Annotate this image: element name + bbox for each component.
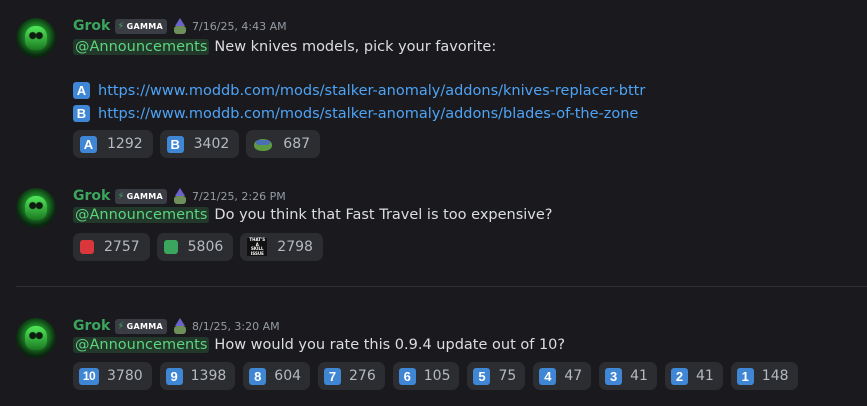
reactions-bar: 10 3780 9 1398 8 604 7 276 6 105 5 75 4 47 3 41 2 41 1 148 — [73, 362, 798, 390]
message-header: Grok ⚡ GAMMA 7/16/25, 4:43 AM — [73, 16, 287, 36]
keycap-1-icon: 1 — [736, 367, 754, 385]
server-tag-label: GAMMA — [126, 321, 164, 331]
reaction-keycap-5[interactable]: 5 75 — [467, 362, 526, 390]
timestamp: 8/1/25, 3:20 AM — [192, 319, 280, 333]
wizard-badge-icon[interactable] — [172, 188, 188, 204]
reaction-count: 3402 — [193, 136, 230, 152]
avatar[interactable] — [16, 18, 56, 58]
link-knives-replacer[interactable]: https://www.moddb.com/mods/stalker-anoma… — [98, 83, 645, 99]
keycap-8-icon: 8 — [249, 367, 267, 385]
server-tag-label: GAMMA — [126, 191, 164, 201]
regional-indicator-a-icon: A — [80, 135, 97, 153]
avatar[interactable] — [16, 188, 56, 228]
server-tag[interactable]: ⚡ GAMMA — [115, 188, 168, 204]
server-tag-label: GAMMA — [126, 21, 164, 31]
reaction-a[interactable]: A 1292 — [73, 130, 153, 158]
reaction-count: 5806 — [187, 239, 224, 255]
keycap-4-icon: 4 — [539, 367, 557, 385]
link-line-a: A https://www.moddb.com/mods/stalker-ano… — [73, 82, 645, 99]
role-mention[interactable]: @Announcements — [73, 337, 210, 353]
role-mention[interactable]: @Announcements — [73, 39, 210, 55]
keycap-5-icon: 5 — [473, 367, 491, 385]
message-content: @Announcements How would you rate this 0… — [73, 337, 565, 353]
reaction-keycap-6[interactable]: 6 105 — [392, 362, 460, 390]
reaction-count: 47 — [564, 368, 583, 384]
reaction-keycap-9[interactable]: 9 1398 — [159, 362, 236, 390]
message-text: Do you think that Fast Travel is too exp… — [214, 207, 553, 223]
reaction-count: 148 — [761, 368, 789, 384]
wizard-badge-icon[interactable] — [172, 318, 188, 334]
reaction-keycap-8[interactable]: 8 604 — [243, 362, 311, 390]
reaction-b[interactable]: B 3402 — [159, 130, 240, 158]
reaction-count: 75 — [498, 368, 517, 384]
regional-indicator-b-icon: B — [73, 105, 90, 122]
reaction-count: 3780 — [107, 368, 143, 384]
timestamp: 7/16/25, 4:43 AM — [192, 19, 287, 33]
reaction-count: 1398 — [190, 368, 227, 384]
link-blades-of-the-zone[interactable]: https://www.moddb.com/mods/stalker-anoma… — [98, 106, 638, 122]
reaction-count: 105 — [423, 368, 451, 384]
reaction-red-square[interactable]: 2757 — [73, 233, 150, 261]
reaction-count: 2757 — [104, 239, 140, 255]
reaction-count: 276 — [349, 368, 376, 384]
red-square-icon — [80, 240, 94, 254]
reaction-count: 2798 — [277, 239, 313, 255]
reaction-green-square[interactable]: 5806 — [156, 233, 234, 261]
reaction-keycap-10[interactable]: 10 3780 — [73, 362, 152, 390]
reaction-keycap-4[interactable]: 4 47 — [533, 362, 592, 390]
message-content: @Announcements Do you think that Fast Tr… — [73, 207, 553, 223]
keycap-2-icon: 2 — [670, 367, 688, 385]
reaction-keycap-1[interactable]: 1 148 — [730, 362, 798, 390]
regional-indicator-b-icon: B — [166, 135, 184, 153]
link-line-b: B https://www.moddb.com/mods/stalker-ano… — [73, 105, 638, 122]
reaction-skill-issue[interactable]: THAT'S A SKILL ISSUE 2798 — [240, 233, 323, 261]
reaction-keycap-3[interactable]: 3 41 — [599, 362, 657, 390]
author-name[interactable]: Grok — [73, 188, 110, 204]
reaction-count: 1292 — [107, 136, 143, 152]
message-header: Grok ⚡ GAMMA 7/21/25, 2:26 PM — [73, 186, 286, 206]
server-tag[interactable]: ⚡ GAMMA — [115, 318, 168, 334]
keycap-3-icon: 3 — [605, 367, 623, 385]
lightning-icon: ⚡ — [117, 190, 125, 202]
skill-issue-line: ISSUE — [250, 250, 264, 256]
keycap-10-icon: 10 — [79, 367, 99, 385]
reaction-count: 41 — [630, 368, 648, 384]
keycap-7-icon: 7 — [324, 367, 342, 385]
frog-emoji-icon — [253, 136, 273, 152]
regional-indicator-a-icon: A — [73, 82, 90, 99]
wizard-badge-icon[interactable] — [172, 18, 188, 34]
message-header: Grok ⚡ GAMMA 8/1/25, 3:20 AM — [73, 316, 280, 336]
avatar[interactable] — [16, 318, 56, 358]
thats-a-skill-issue-emoji-icon: THAT'S A SKILL ISSUE — [247, 237, 268, 256]
green-square-icon — [163, 240, 178, 254]
keycap-6-icon: 6 — [398, 367, 416, 385]
role-mention[interactable]: @Announcements — [73, 207, 210, 223]
reaction-frog[interactable]: 687 — [246, 130, 321, 158]
server-tag[interactable]: ⚡ GAMMA — [115, 18, 168, 34]
reactions-bar: 2757 5806 THAT'S A SKILL ISSUE 2798 — [73, 233, 323, 261]
reaction-keycap-7[interactable]: 7 276 — [318, 362, 385, 390]
lightning-icon: ⚡ — [117, 320, 125, 332]
message-text: New knives models, pick your favorite: — [214, 39, 497, 55]
reaction-count: 687 — [283, 136, 311, 152]
author-name[interactable]: Grok — [73, 18, 110, 34]
message-content: @Announcements New knives models, pick y… — [73, 39, 496, 55]
timestamp: 7/21/25, 2:26 PM — [192, 189, 286, 203]
reaction-keycap-2[interactable]: 2 41 — [664, 362, 723, 390]
reaction-count: 41 — [695, 368, 714, 384]
date-divider — [16, 286, 867, 287]
reactions-bar: A 1292 B 3402 687 — [73, 130, 321, 158]
keycap-9-icon: 9 — [165, 367, 183, 385]
author-name[interactable]: Grok — [73, 318, 110, 334]
lightning-icon: ⚡ — [117, 20, 125, 32]
message-text: How would you rate this 0.9.4 update out… — [214, 337, 566, 353]
reaction-count: 604 — [274, 368, 302, 384]
